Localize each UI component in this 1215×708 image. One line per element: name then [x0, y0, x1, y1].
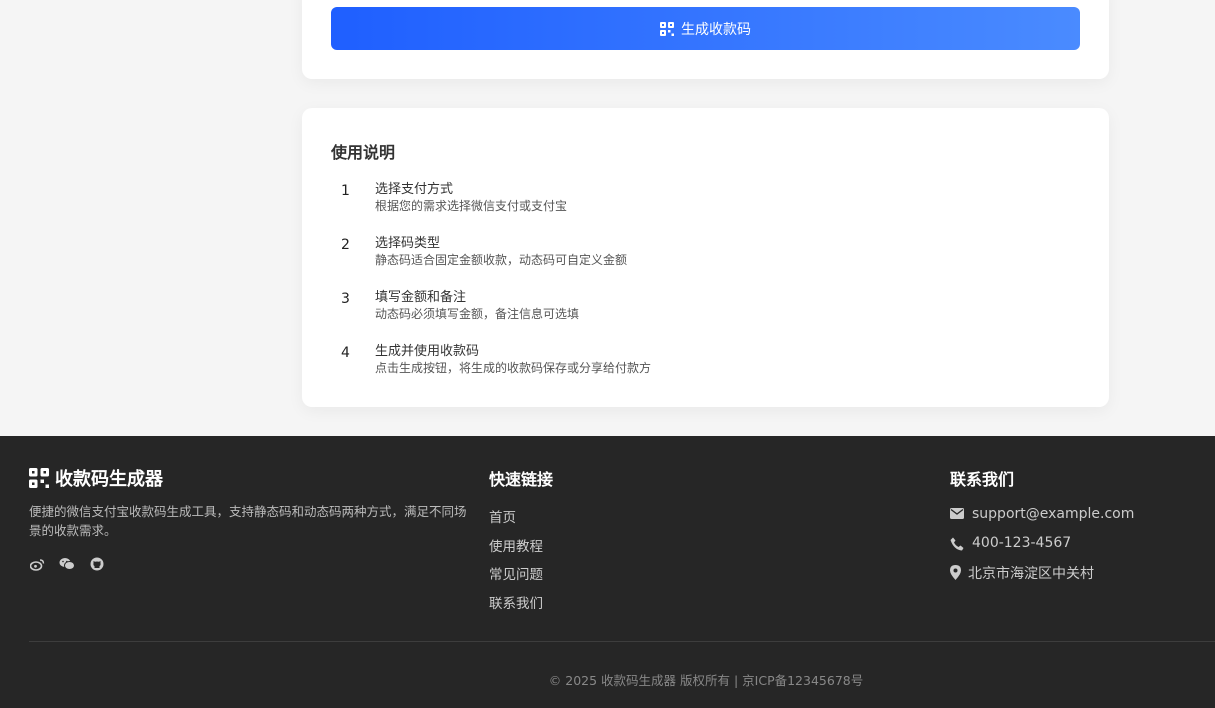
- footer-brand-name: 收款码生成器: [55, 469, 163, 490]
- step-description: 根据您的需求选择微信支付或支付宝: [375, 199, 568, 213]
- copyright: © 2025 收款码生成器 版权所有 | 京ICP备12345678号: [548, 673, 864, 688]
- footer-brand: 收款码生成器: [29, 465, 163, 491]
- generator-card: 生成收款码: [302, 0, 1109, 79]
- quick-links: 首页 使用教程 常见问题 联系我们: [489, 506, 543, 621]
- phone-icon: [950, 535, 972, 551]
- contact-info: support@example.com 400-123-4567 北京市海淀区中…: [950, 506, 1134, 592]
- step-description: 静态码适合固定金额收款，动态码可自定义金额: [375, 253, 628, 267]
- contact-phone-row: 400-123-4567: [950, 535, 1134, 564]
- step-number: 1: [341, 183, 350, 199]
- map-marker-icon: [950, 563, 968, 581]
- usage-guide-card: 使用说明 1 选择支付方式 根据您的需求选择微信支付或支付宝 2 选择码类型 静…: [302, 108, 1109, 407]
- step-title: 选择支付方式: [375, 182, 454, 197]
- qrcode-icon: [660, 21, 674, 36]
- weibo-icon[interactable]: [29, 556, 45, 572]
- footer-link-faq[interactable]: 常见问题: [489, 563, 543, 592]
- footer-divider: [29, 641, 1215, 642]
- footer-link-tutorial[interactable]: 使用教程: [489, 535, 543, 564]
- step-description: 点击生成按钮，将生成的收款码保存或分享给付款方: [375, 361, 652, 375]
- step-title: 选择码类型: [375, 236, 441, 251]
- github-icon[interactable]: [89, 556, 105, 572]
- step-number: 2: [341, 237, 350, 253]
- contact-phone: 400-123-4567: [972, 534, 1072, 551]
- wechat-icon[interactable]: [59, 556, 75, 572]
- footer-description: 便捷的微信支付宝收款码生成工具，支持静态码和动态码两种方式，满足不同场景的收款需…: [29, 504, 467, 538]
- contact-address-row: 北京市海淀区中关村: [950, 563, 1134, 592]
- contact-address: 北京市海淀区中关村: [968, 566, 1094, 583]
- step-title: 生成并使用收款码: [375, 344, 480, 359]
- qrcode-icon: [29, 468, 49, 488]
- footer-link-contact[interactable]: 联系我们: [489, 592, 543, 621]
- guide-title: 使用说明: [331, 143, 396, 162]
- contact-email[interactable]: support@example.com: [972, 506, 1134, 522]
- contact-title: 联系我们: [950, 470, 1015, 489]
- step-description: 动态码必须填写金额，备注信息可选填: [375, 307, 580, 321]
- generate-qrcode-button[interactable]: 生成收款码: [331, 7, 1080, 50]
- quick-links-title: 快速链接: [489, 470, 554, 489]
- step-number: 4: [341, 345, 350, 361]
- contact-email-row: support@example.com: [950, 506, 1134, 535]
- generate-button-label: 生成收款码: [681, 21, 751, 38]
- site-footer: 收款码生成器 便捷的微信支付宝收款码生成工具，支持静态码和动态码两种方式，满足不…: [0, 436, 1215, 708]
- envelope-icon: [950, 506, 972, 519]
- step-title: 填写金额和备注: [375, 290, 467, 305]
- step-number: 3: [341, 291, 350, 307]
- social-links: [29, 556, 105, 572]
- footer-link-home[interactable]: 首页: [489, 506, 543, 535]
